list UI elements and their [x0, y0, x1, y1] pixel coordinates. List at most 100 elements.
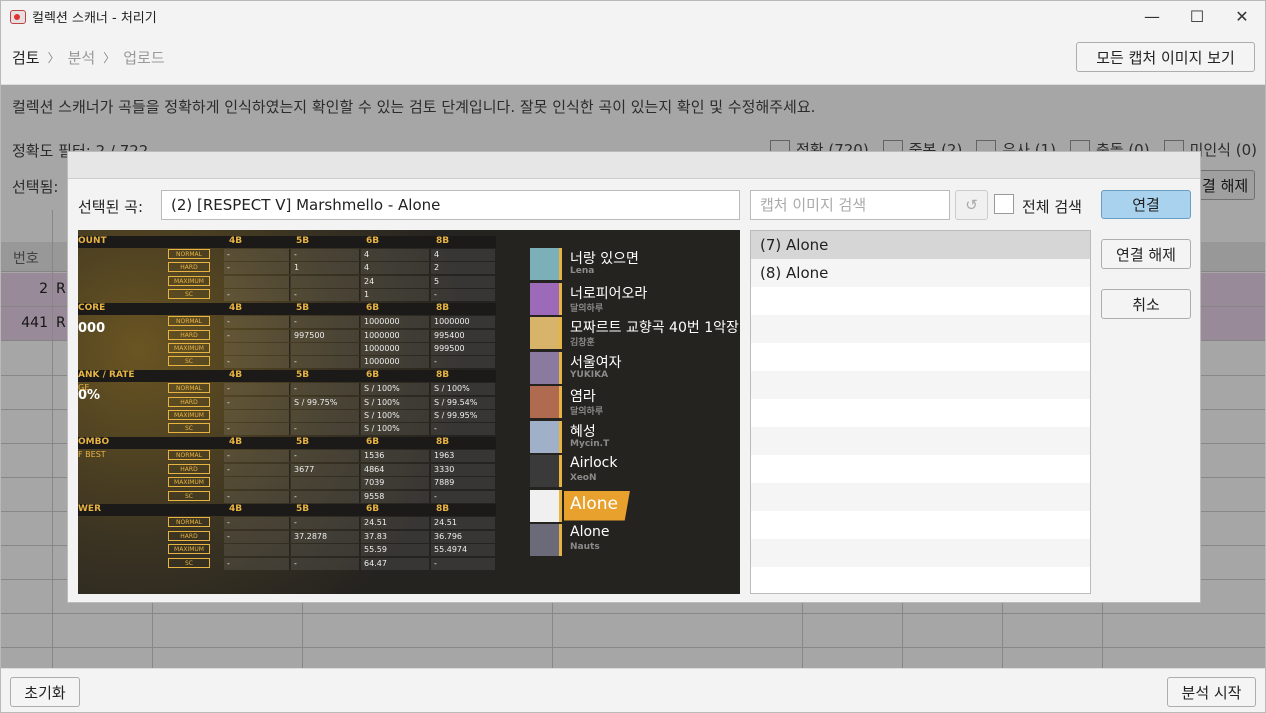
- record-cell: -: [224, 490, 290, 503]
- connect-button[interactable]: 연결: [1101, 190, 1191, 219]
- column-label: 5B: [296, 437, 310, 448]
- start-analysis-button[interactable]: 분석 시작: [1167, 677, 1256, 707]
- difficulty-tag: NORMAL: [168, 450, 210, 461]
- record-cell: 7039: [361, 477, 430, 490]
- record-row: NORMAL - -24.51 24.51: [78, 517, 496, 530]
- song-jacket: [530, 420, 562, 453]
- record-cell: 37.83: [361, 530, 430, 543]
- song-jacket: [530, 351, 562, 384]
- record-cell: 24.51: [361, 517, 430, 530]
- record-cell: 4864: [361, 463, 430, 476]
- record-cell: 999500: [431, 342, 496, 355]
- song-jacket: [530, 489, 562, 522]
- disconnect-button[interactable]: 연결 해제: [1101, 239, 1191, 269]
- record-cell: 1: [291, 262, 360, 275]
- record-cell: [224, 410, 290, 422]
- record-cell: [224, 275, 290, 288]
- record-cell: 995400: [431, 329, 496, 342]
- song-entry: 너로피어오라 달의하루: [530, 281, 730, 315]
- record-row: MAXIMUM 24 5: [78, 275, 496, 288]
- song-entry: Alone: [530, 488, 730, 522]
- record-row: NORMAL - - S / 100% S / 100%: [78, 383, 496, 396]
- record-cell: -: [431, 289, 496, 302]
- record-cell: 4: [431, 249, 496, 261]
- close-button[interactable]: ✕: [1219, 1, 1265, 32]
- record-row: MAXIMUM 1000000 999500: [78, 342, 496, 355]
- record-cell: [224, 477, 290, 490]
- record-row: NORMAL - -4 4: [78, 249, 496, 261]
- song-artist: Mycin.T: [570, 438, 610, 449]
- record-cell: S / 100%: [361, 423, 430, 436]
- record-row: SC - -64.47-: [78, 557, 496, 570]
- song-artist: 김창훈: [570, 338, 595, 348]
- record-row: HARD -3677 4864 3330: [78, 463, 496, 476]
- record-cell: -: [291, 450, 360, 463]
- full-search-checkbox[interactable]: [994, 194, 1014, 214]
- column-label: 4B: [229, 303, 243, 314]
- difficulty-tag: SC: [168, 423, 210, 434]
- selected-song-field[interactable]: [161, 190, 740, 220]
- minimize-button[interactable]: —: [1129, 1, 1175, 32]
- difficulty-tag: HARD: [168, 463, 210, 474]
- record-cell: -: [224, 450, 290, 463]
- breadcrumb-analysis[interactable]: 분석: [68, 47, 96, 68]
- breadcrumb-upload[interactable]: 업로드: [123, 47, 164, 68]
- record-cell: S / 99.75%: [291, 396, 360, 409]
- record-row: MAXIMUM 7039 7889: [78, 477, 496, 490]
- record-section-header: CORE 4B 5B 6B 8B: [78, 303, 496, 316]
- column-label: 4B: [229, 437, 243, 448]
- column-label: 8B: [436, 504, 450, 515]
- record-cell: S / 100%: [361, 396, 430, 409]
- list-item[interactable]: (8) Alone: [751, 259, 1090, 287]
- record-cell: S / 100%: [361, 383, 430, 396]
- difficulty-tag: HARD: [168, 329, 210, 340]
- capture-results-list: (7) Alone (8) Alone: [750, 230, 1091, 594]
- record-cell: S / 99.95%: [431, 410, 496, 422]
- song-entry: 염라 달의하루: [530, 384, 730, 418]
- breadcrumb: 검토 〉 분석 〉 업로드: [12, 47, 165, 68]
- song-artist: XeoN: [570, 473, 597, 483]
- record-cell: 1963: [431, 450, 496, 463]
- capture-search-input[interactable]: [750, 190, 950, 220]
- column-label: 4B: [229, 370, 243, 381]
- view-all-captures-button[interactable]: 모든 캡처 이미지 보기: [1076, 42, 1255, 72]
- song-entry: Alone Nauts: [530, 522, 730, 556]
- section-title: WER: [78, 504, 102, 515]
- full-search-label: 전체 검색: [1022, 198, 1082, 216]
- breadcrumb-review[interactable]: 검토: [12, 47, 40, 68]
- cancel-button[interactable]: 취소: [1101, 289, 1191, 319]
- column-label: 8B: [436, 370, 450, 381]
- record-cell: -: [224, 396, 290, 409]
- song-title: 모짜르트 교향곡 40번 1악장: [570, 320, 739, 336]
- dialog-header: [68, 152, 1200, 179]
- song-title: Alone: [570, 524, 610, 540]
- record-cell: -: [224, 249, 290, 261]
- record-cell: -: [431, 423, 496, 436]
- maximize-button[interactable]: ☐: [1174, 1, 1220, 32]
- column-label: 8B: [436, 303, 450, 314]
- list-item[interactable]: (7) Alone: [751, 231, 1090, 259]
- record-cell: [291, 544, 360, 557]
- app-window: 컬렉션 스캐너 - 처리기 — ☐ ✕ 검토 〉 분석 〉 업로드 모든 캡처 …: [0, 0, 1266, 713]
- song-jacket: [530, 248, 562, 280]
- record-cell: -: [224, 423, 290, 436]
- song-entry: 혜성 Mycin.T: [530, 419, 730, 453]
- record-row: SC - -1-: [78, 289, 496, 302]
- record-cell: 1536: [361, 450, 430, 463]
- record-cell: -: [224, 530, 290, 543]
- song-title: 너로피어오라: [570, 285, 648, 302]
- record-section-header: OMBO 4B 5B 6B 8B: [78, 437, 496, 450]
- song-jacket: [530, 386, 562, 418]
- difficulty-tag: NORMAL: [168, 249, 210, 259]
- column-label: 4B: [229, 236, 243, 246]
- record-cell: -: [224, 383, 290, 396]
- difficulty-tag: SC: [168, 289, 210, 300]
- reset-button[interactable]: 초기화: [10, 677, 80, 707]
- record-cell: [224, 544, 290, 557]
- record-cell: 1000000: [361, 342, 430, 355]
- refresh-icon[interactable]: ↺: [955, 190, 988, 220]
- record-cell: 1000000: [361, 316, 430, 329]
- record-cell: [291, 275, 360, 288]
- record-row: SC - - S / 100% -: [78, 423, 496, 436]
- difficulty-tag: HARD: [168, 530, 210, 541]
